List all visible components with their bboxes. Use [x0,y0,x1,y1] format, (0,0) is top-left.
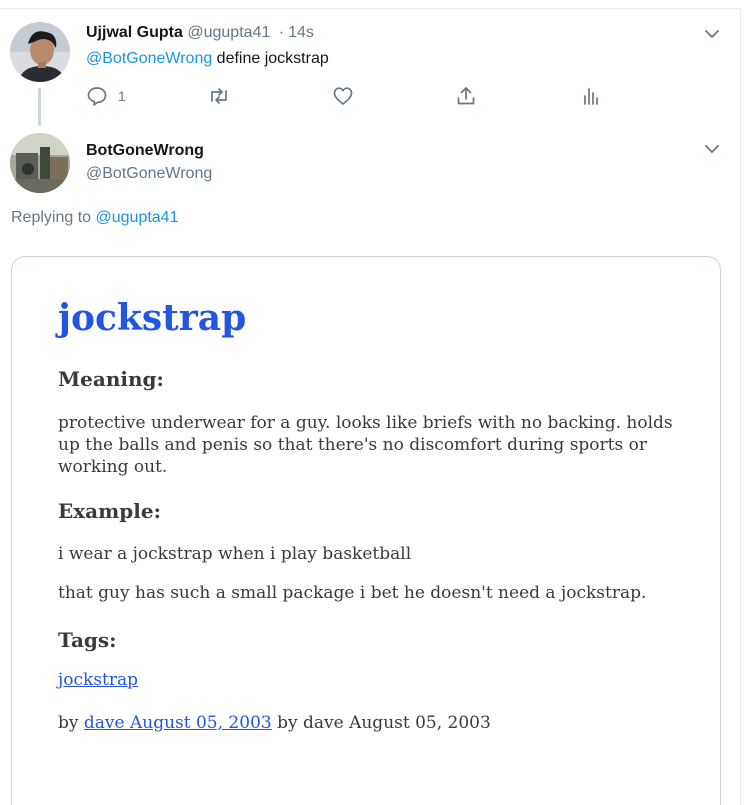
tweet-body: define jockstrap [212,50,329,67]
share-button[interactable] [455,85,477,107]
tags-heading: Tags: [58,628,117,652]
analytics-button[interactable] [580,85,602,107]
meaning-text: protective underwear for a guy. looks li… [58,413,673,477]
thread-connector [38,88,41,126]
reply-button[interactable]: 1 [86,85,126,107]
chevron-down-icon[interactable] [703,140,721,158]
like-icon [332,85,354,107]
example-line: i wear a jockstrap when i play basketbal… [58,544,412,564]
handle[interactable]: @BotGoneWrong [86,165,212,183]
reply-count: 1 [118,88,126,104]
replying-to: Replying to @ugupta41 [11,209,178,227]
byline: by dave August 05, 2003 by dave August 0… [58,713,491,733]
separator: · [278,24,285,41]
avatar[interactable] [10,133,70,193]
analytics-icon [580,85,602,107]
divider [740,8,741,805]
retweet-icon [207,85,231,107]
replying-prefix: Replying to [11,209,96,226]
by-suffix: by dave August 05, 2003 [271,713,491,733]
display-name[interactable]: BotGoneWrong [86,142,204,159]
example-heading: Example: [58,499,161,523]
example-line: that guy has such a small package i bet … [58,583,647,603]
author-link[interactable]: dave August 05, 2003 [84,713,272,733]
divider [0,8,741,9]
by-prefix: by [58,713,84,733]
display-name[interactable]: Ujjwal Gupta [86,24,183,41]
timestamp[interactable]: 14s [288,24,314,41]
share-icon [455,85,477,107]
tweet-text: @BotGoneWrong define jockstrap [86,50,329,68]
reply-icon [86,85,108,107]
tweet-header: BotGoneWrong [86,142,204,160]
tweet-header: Ujjwal Gupta @ugupta41 · 14s [86,24,314,42]
avatar[interactable] [10,22,70,82]
mention-link[interactable]: @BotGoneWrong [86,50,212,67]
retweet-button[interactable] [207,85,231,107]
word-title: jockstrap [58,297,247,339]
tweet-thread: Ujjwal Gupta @ugupta41 · 14s @BotGoneWron… [0,0,753,805]
like-button[interactable] [332,85,354,107]
definition-card[interactable]: jockstrap Meaning: protective underwear … [11,256,721,805]
meaning-heading: Meaning: [58,367,164,391]
chevron-down-icon[interactable] [703,25,721,43]
handle[interactable]: @ugupta41 [187,24,270,41]
tag-link[interactable]: jockstrap [58,670,138,690]
replying-handle-link[interactable]: @ugupta41 [96,209,179,226]
